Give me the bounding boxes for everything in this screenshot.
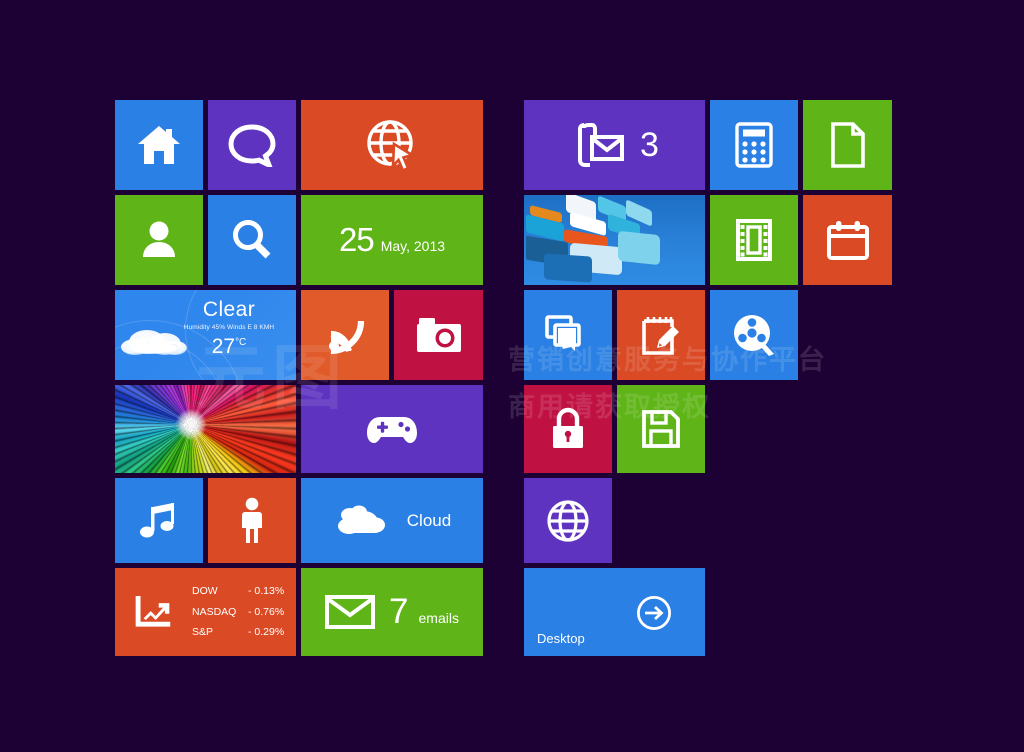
stocks-inner: DOW - 0.13% NASDAQ - 0.76% S&P - 0.29% — [115, 581, 296, 642]
tile-stocks[interactable]: DOW - 0.13% NASDAQ - 0.76% S&P - 0.29% — [115, 568, 296, 656]
tile-documents[interactable] — [803, 100, 892, 190]
cloud-inner: Cloud — [333, 504, 451, 538]
clouds-icon — [337, 505, 385, 534]
document-icon — [830, 122, 865, 168]
table-row: NASDAQ - 0.76% — [192, 602, 296, 622]
calendar-icon — [826, 221, 869, 260]
tile-save[interactable] — [617, 385, 705, 473]
tile-music[interactable] — [115, 478, 203, 563]
calculator-icon — [735, 122, 773, 168]
weather-temp-unit: °C — [235, 337, 247, 349]
magnifier-icon — [233, 220, 271, 259]
tile-home[interactable] — [115, 100, 203, 190]
sms-count: 3 — [640, 125, 659, 164]
globe-grid-icon — [547, 499, 589, 542]
gamepad-icon — [367, 417, 417, 443]
date-month-year: May, 2013 — [380, 238, 446, 254]
standing-person-icon — [242, 497, 262, 543]
notepad-pencil-icon — [642, 317, 679, 355]
phone-envelope-icon — [578, 123, 625, 167]
tile-photo-wall[interactable] — [524, 195, 705, 285]
tile-camera[interactable] — [394, 290, 483, 380]
camera-icon — [416, 318, 461, 352]
globe-cursor-icon — [367, 120, 416, 172]
tile-photos-burst[interactable] — [115, 385, 296, 473]
tile-calculator[interactable] — [710, 100, 798, 190]
weather-temperature: 27°C — [170, 335, 288, 359]
tile-browser[interactable] — [524, 478, 612, 563]
burst-glow — [115, 385, 296, 473]
film-reel-icon — [734, 315, 774, 356]
start-screen: 25 May, 2013 Clear Humidity 45% Winds E … — [0, 0, 1024, 752]
chart-arrow-icon — [135, 596, 171, 627]
desktop-label: Desktop — [537, 631, 585, 646]
weather-condition: Clear — [202, 298, 256, 321]
tile-people[interactable] — [115, 195, 203, 285]
person-icon — [143, 221, 175, 257]
envelope-icon — [325, 595, 376, 629]
tile-messages[interactable] — [208, 100, 296, 190]
sms-inner: 3 — [570, 122, 659, 168]
padlock-icon — [553, 407, 583, 448]
tile-weather[interactable]: Clear Humidity 45% Winds E 8 KMH 27°C — [115, 290, 296, 380]
tile-games[interactable] — [301, 385, 483, 473]
chat-bubble-icon — [228, 124, 276, 167]
weather-details: Humidity 45% Winds E 8 KMH — [183, 324, 275, 332]
tile-health[interactable] — [208, 478, 296, 563]
mail-label: emails — [418, 610, 459, 626]
stock-change: - 0.29% — [248, 626, 285, 639]
date-day: 25 — [338, 221, 375, 258]
tile-mail[interactable]: 7 emails — [301, 568, 483, 656]
tile-rss[interactable] — [301, 290, 389, 380]
floppy-disk-icon — [642, 410, 680, 448]
home-icon — [138, 126, 180, 164]
table-row: S&P - 0.29% — [192, 622, 296, 642]
table-row: DOW - 0.13% — [192, 581, 296, 601]
windows-stack-icon — [545, 315, 581, 351]
tile-sms[interactable]: 3 — [524, 100, 705, 190]
date-inner: 25 May, 2013 — [339, 221, 445, 259]
film-strip-icon — [736, 219, 772, 261]
weather-temp-value: 27 — [211, 335, 236, 359]
stock-change: - 0.76% — [248, 605, 285, 618]
arrow-circle-right-icon — [636, 595, 672, 631]
mail-count: 7 — [389, 592, 409, 631]
mail-inner: 7 emails — [325, 592, 459, 632]
stock-name: DOW — [192, 585, 218, 598]
tile-security[interactable] — [524, 385, 612, 473]
tile-cloud[interactable]: Cloud — [301, 478, 483, 563]
tile-calendar[interactable] — [803, 195, 892, 285]
tile-windows-app[interactable] — [524, 290, 612, 380]
stock-change: - 0.13% — [248, 585, 285, 598]
tile-internet[interactable] — [301, 100, 483, 190]
rss-icon — [329, 320, 365, 355]
music-note-icon — [140, 502, 174, 537]
tile-notes[interactable] — [617, 290, 705, 380]
stocks-table: DOW - 0.13% NASDAQ - 0.76% S&P - 0.29% — [192, 581, 296, 642]
stock-name: S&P — [192, 626, 214, 639]
tile-desktop[interactable]: Desktop — [524, 568, 705, 656]
tile-search[interactable] — [208, 195, 296, 285]
tile-movies[interactable] — [710, 290, 798, 380]
stock-name: NASDAQ — [192, 605, 237, 618]
tile-date[interactable]: 25 May, 2013 — [301, 195, 483, 285]
cloud-label: Cloud — [406, 510, 452, 530]
tile-video[interactable] — [710, 195, 798, 285]
weather-text: Clear Humidity 45% Winds E 8 KMH 27°C — [170, 298, 288, 359]
